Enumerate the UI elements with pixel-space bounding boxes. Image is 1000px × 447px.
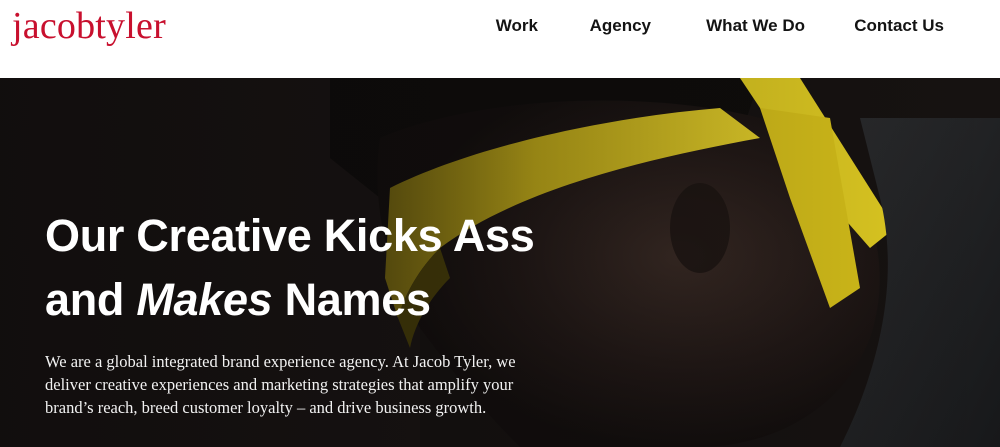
nav-item-contact-us[interactable]: Contact Us	[854, 15, 944, 37]
hero: Our Creative Kicks Ass and Makes Names W…	[0, 78, 1000, 447]
headline-and: and	[45, 274, 137, 325]
nav-item-what-we-do[interactable]: What We Do	[706, 15, 805, 37]
nav-item-agency[interactable]: Agency	[590, 15, 651, 37]
nav-item-work[interactable]: Work	[496, 15, 538, 37]
headline-line-1: Our Creative Kicks Ass	[45, 210, 535, 261]
hero-headline: Our Creative Kicks Ass and Makes Names	[45, 204, 645, 332]
headline-end: Names	[272, 274, 431, 325]
hero-description: We are a global integrated brand experie…	[45, 352, 516, 417]
logo[interactable]: jacobtyler	[12, 6, 166, 46]
headline-emphasis: Makes	[136, 274, 273, 325]
site-header: jacobtyler Work Agency What We Do Contac…	[0, 0, 1000, 78]
